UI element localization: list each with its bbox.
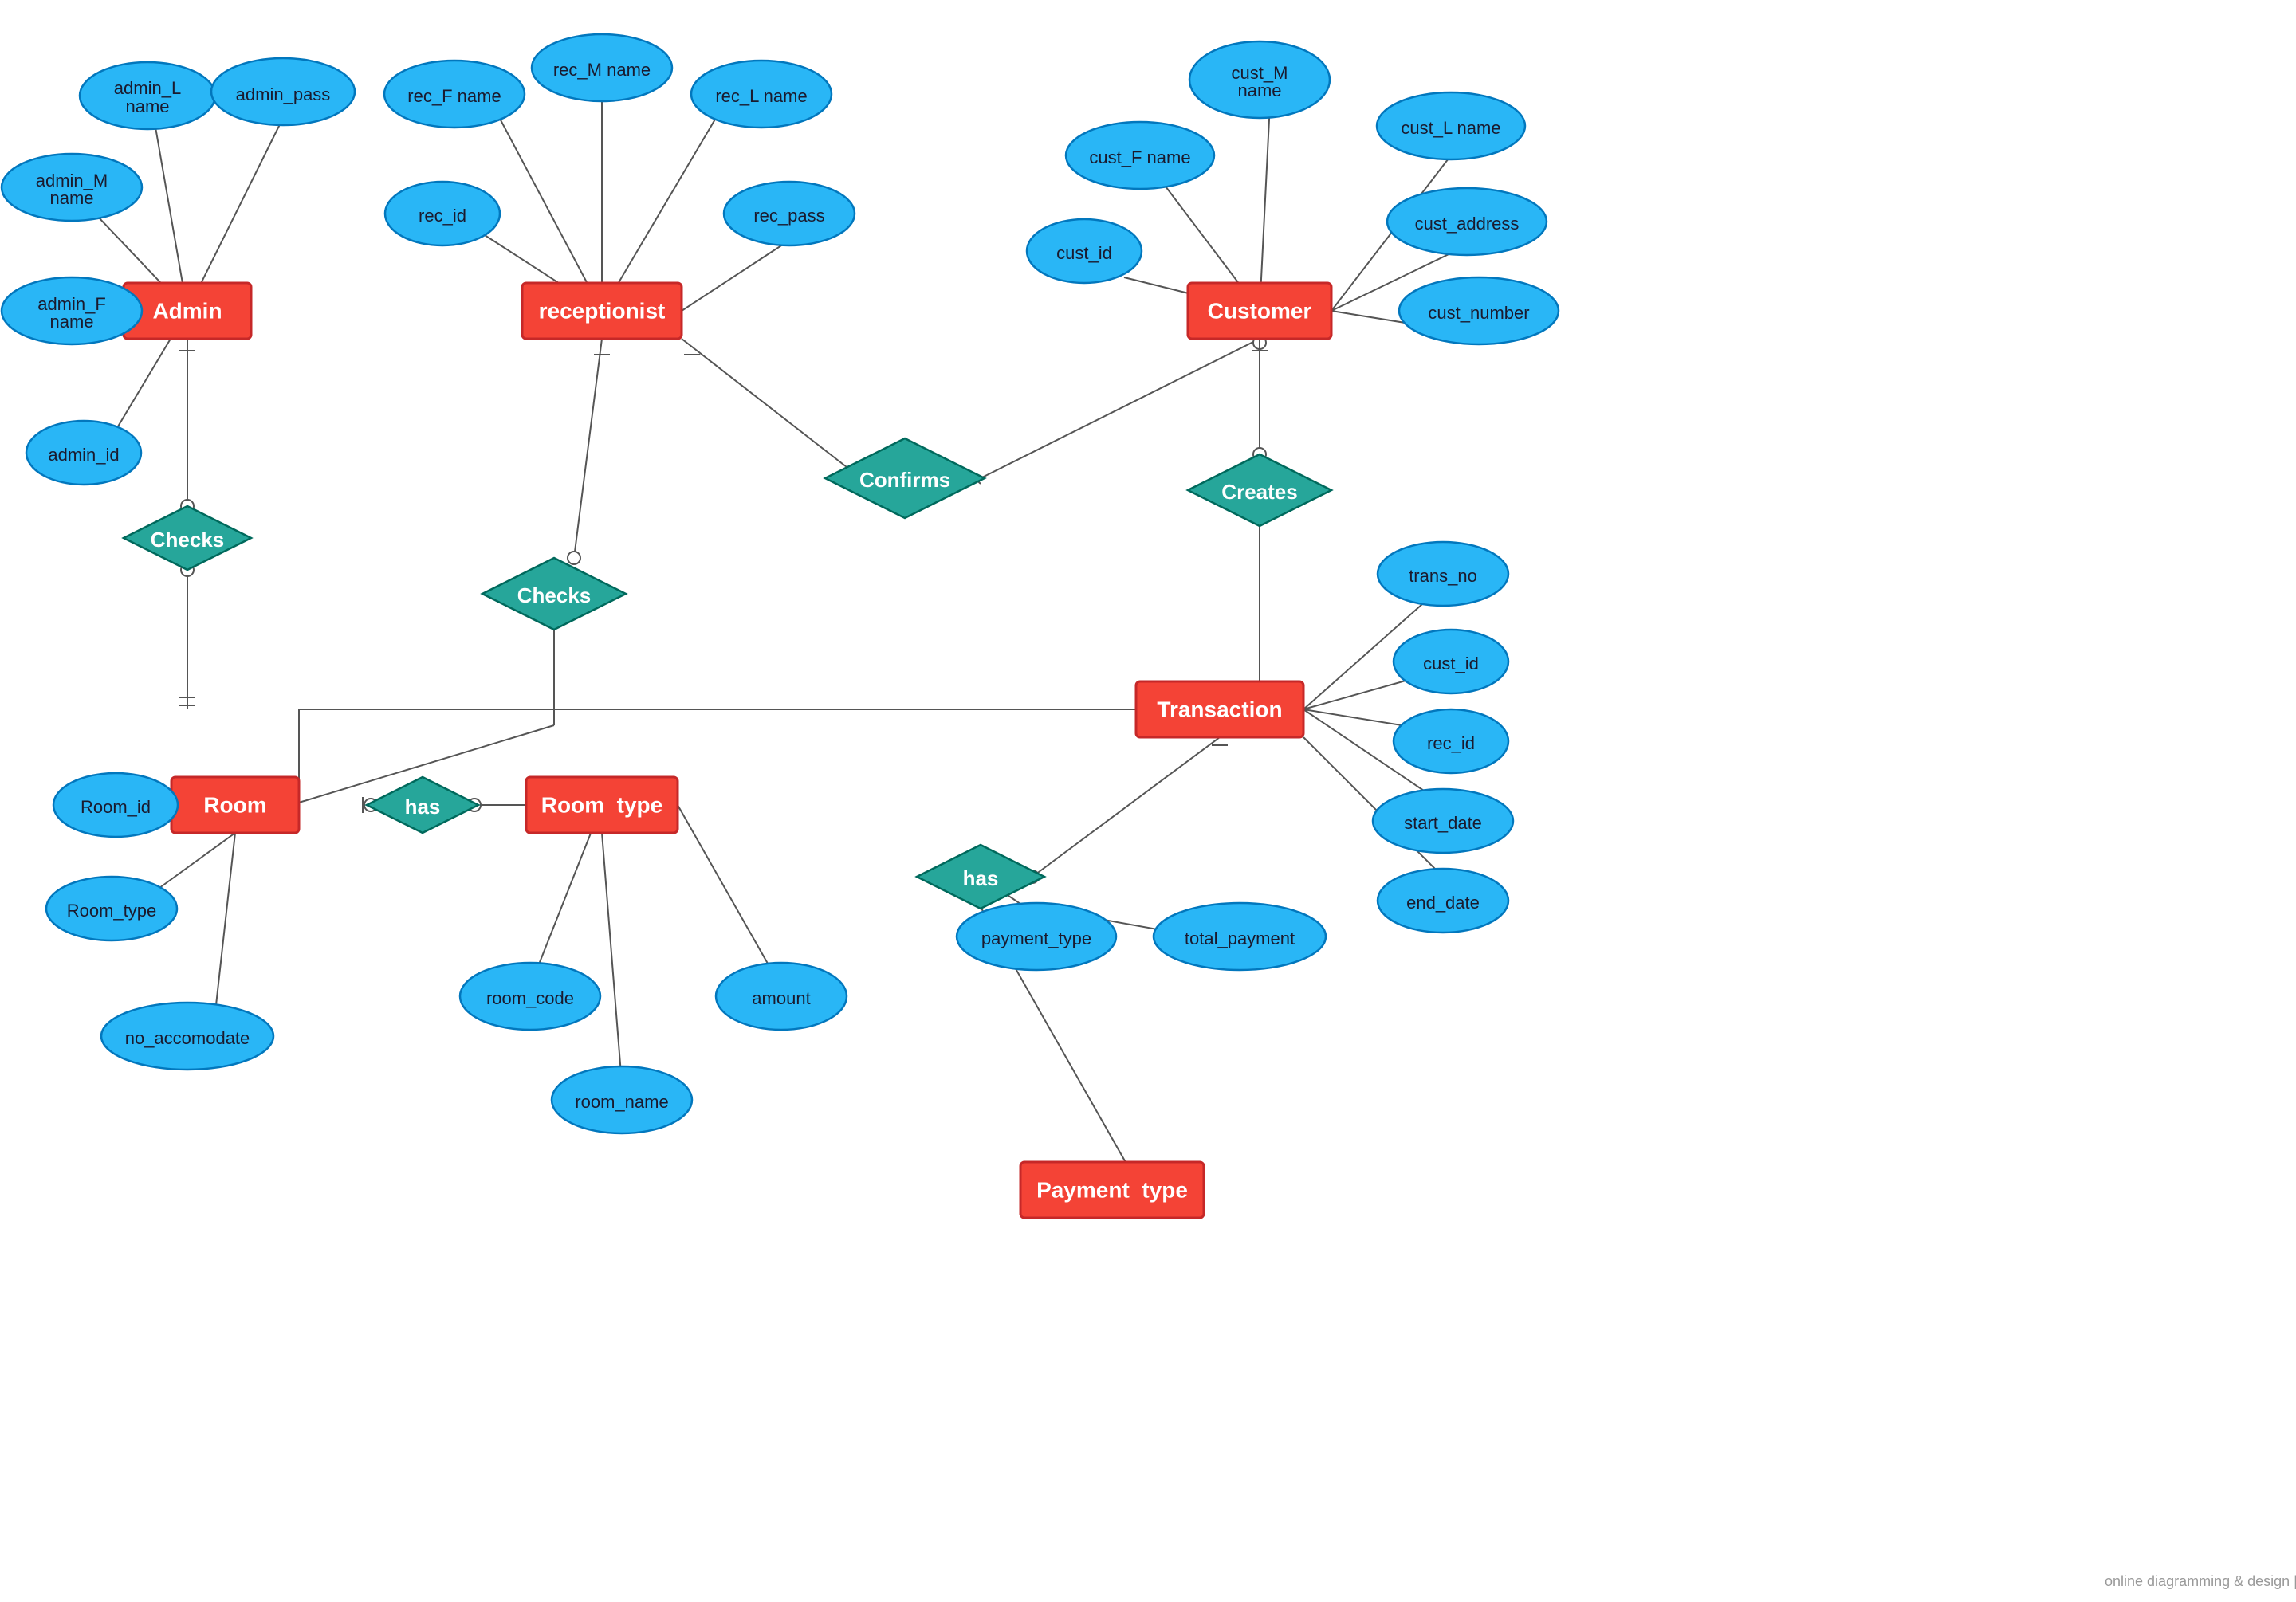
attr-cust-address-label: cust_address bbox=[1415, 214, 1520, 234]
rec-checks-label: Checks bbox=[517, 583, 592, 607]
attr-rec-f-name-label: rec_F name bbox=[407, 86, 501, 106]
attr-admin-id-label: admin_id bbox=[48, 445, 119, 465]
attr-admin-m-name-label2: name bbox=[49, 188, 93, 208]
attr-cust-m-name-label2: name bbox=[1237, 80, 1281, 100]
room-entity-label: Room bbox=[203, 792, 266, 817]
room-has-label: has bbox=[405, 795, 441, 819]
watermark: online diagramming & design | create... bbox=[2105, 1573, 2296, 1589]
attr-rec-l-name-label: rec_L name bbox=[715, 86, 807, 106]
attr-room-name-label: room_name bbox=[575, 1092, 668, 1112]
admin-entity-label: Admin bbox=[152, 298, 222, 323]
attr-total-payment-label: total_payment bbox=[1185, 929, 1295, 948]
attr-end-date-label: end_date bbox=[1406, 893, 1480, 913]
customer-entity-label: Customer bbox=[1208, 298, 1312, 323]
receptionist-entity-label: receptionist bbox=[539, 298, 666, 323]
attr-cust-number-label: cust_number bbox=[1428, 303, 1529, 323]
attr-admin-f-name-label2: name bbox=[49, 312, 93, 332]
payment-type-entity-label: Payment_type bbox=[1036, 1177, 1188, 1202]
attr-room-type-attr-label: Room_type bbox=[67, 901, 157, 921]
attr-rec-pass-label: rec_pass bbox=[753, 206, 824, 226]
creates-label: Creates bbox=[1221, 480, 1297, 504]
confirms-label: Confirms bbox=[859, 468, 950, 492]
attr-cust-id-label: cust_id bbox=[1056, 243, 1112, 263]
attr-amount-label: amount bbox=[752, 988, 810, 1008]
trans-has-label: has bbox=[963, 866, 999, 890]
attr-admin-l-name-label: admin_L bbox=[114, 78, 181, 98]
transaction-entity-label: Transaction bbox=[1157, 697, 1282, 721]
attr-trans-cust-id-label: cust_id bbox=[1423, 654, 1479, 673]
attr-room-code-label: room_code bbox=[486, 988, 574, 1008]
attr-room-id-label: Room_id bbox=[81, 797, 151, 817]
attr-payment-type-label: payment_type bbox=[981, 929, 1091, 948]
attr-trans-rec-id-label: rec_id bbox=[1427, 733, 1475, 753]
room-type-entity-label: Room_type bbox=[541, 792, 662, 817]
attr-trans-no-label: trans_no bbox=[1409, 566, 1477, 586]
attr-cust-f-name-label: cust_F name bbox=[1089, 147, 1190, 167]
attr-admin-pass-label: admin_pass bbox=[236, 84, 331, 104]
attr-admin-l-name-label2: name bbox=[125, 96, 169, 116]
attr-cust-l-name-label: cust_L name bbox=[1401, 118, 1500, 138]
attr-no-accomodate-label: no_accomodate bbox=[125, 1028, 250, 1048]
attr-start-date-label: start_date bbox=[1404, 813, 1482, 833]
attr-rec-m-name-label: rec_M name bbox=[553, 60, 651, 80]
attr-rec-id-label: rec_id bbox=[419, 206, 466, 226]
admin-checks-label: Checks bbox=[151, 528, 225, 552]
